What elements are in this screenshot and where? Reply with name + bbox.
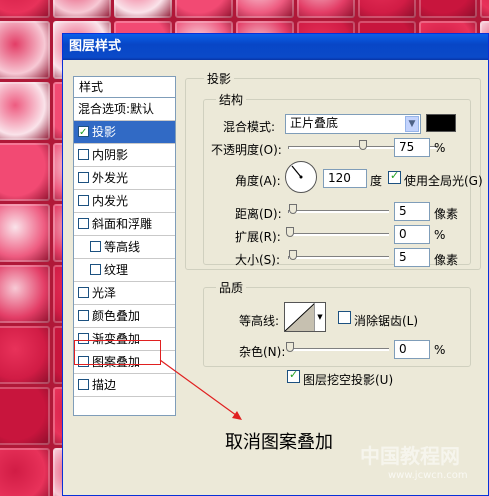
annotation-text: 取消图案叠加 [225,432,333,453]
watermark-url: www.jcwcn.com [388,470,468,481]
annotation-arrow [159,359,242,420]
watermark-text: 中国教程网 [360,444,460,468]
